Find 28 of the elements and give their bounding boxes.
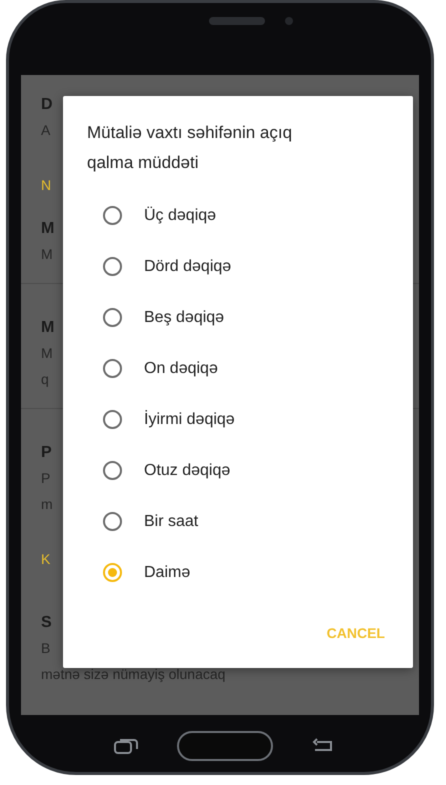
option-label[interactable]: Üç dəqiqə	[144, 204, 216, 228]
option-label[interactable]: Otuz dəqiqə	[144, 458, 230, 482]
radio-button[interactable]	[103, 410, 122, 429]
list-item-title: D	[41, 96, 53, 113]
radio-button[interactable]	[103, 512, 122, 531]
sensor-icon	[285, 17, 293, 25]
recent-apps-icon[interactable]	[113, 737, 139, 755]
speaker-icon	[209, 17, 265, 25]
option-label[interactable]: Bir saat	[144, 510, 198, 534]
section-header: N	[41, 177, 52, 193]
radio-button[interactable]	[103, 461, 122, 480]
option-label[interactable]: On dəqiqə	[144, 356, 218, 380]
radio-button[interactable]	[103, 206, 122, 225]
option-label[interactable]: Beş dəqiqə	[144, 306, 224, 330]
dialog-title: Mütaliə vaxtı səhifənin açıq qalma müddəti	[87, 122, 294, 174]
option-label[interactable]: Daimə	[144, 560, 190, 584]
option-label[interactable]: İyirmi dəqiqə	[144, 408, 235, 432]
list-item-title: S	[41, 614, 52, 631]
list-item-title: M	[41, 319, 54, 336]
list-item-title: M	[41, 220, 54, 237]
list-item-title: P	[41, 444, 52, 461]
radio-button[interactable]	[103, 359, 122, 378]
radio-button[interactable]	[103, 563, 122, 582]
radio-button[interactable]	[103, 257, 122, 276]
option-label[interactable]: Dörd dəqiqə	[144, 254, 232, 278]
radio-button[interactable]	[103, 308, 122, 327]
section-header: K	[41, 551, 50, 567]
home-button[interactable]	[177, 731, 273, 761]
